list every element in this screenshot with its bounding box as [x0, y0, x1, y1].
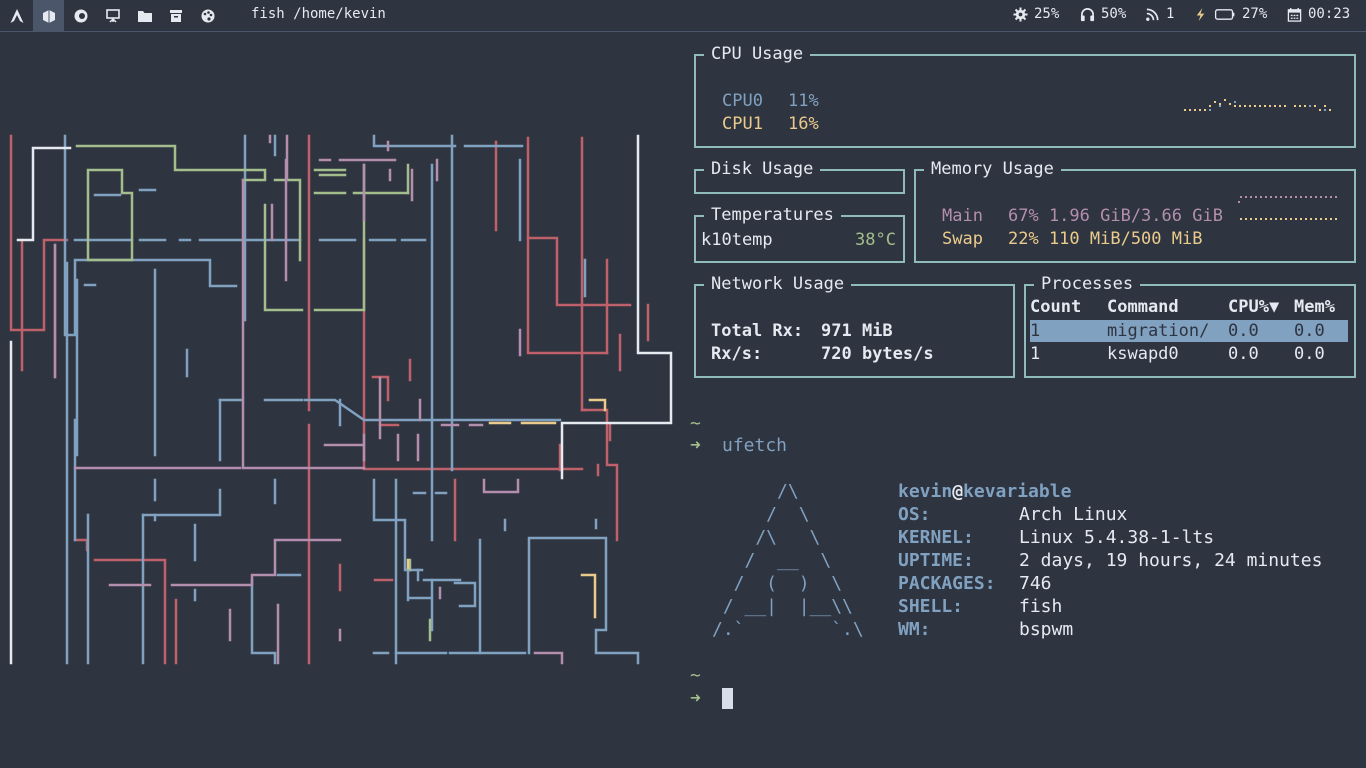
- cpu-usage-panel: CPU Usage CPU0 11% CPU1 16%: [694, 44, 1356, 148]
- temperatures-title: Temperatures: [704, 205, 841, 225]
- network-usage-title: Network Usage: [704, 274, 852, 294]
- ascii-line: /\ \: [712, 527, 821, 548]
- memory-usage-panel: Memory Usage Main 67% 1.96 GiB/3.66 GiB …: [914, 159, 1356, 263]
- processes-panel: Processes Count Command CPU%▼ Mem% 1 mig…: [1024, 274, 1356, 378]
- network-status-value: 1: [1166, 6, 1175, 22]
- info-value: 2 days, 19 hours, 24 minutes: [1019, 550, 1323, 571]
- ascii-line: / ( ) \: [712, 573, 843, 594]
- info-value: 746: [1019, 573, 1052, 594]
- prompt-dir: ~: [690, 413, 701, 434]
- col-mem[interactable]: Mem%: [1294, 296, 1335, 318]
- clock[interactable]: 00:23: [1287, 6, 1350, 22]
- clock-value: 00:23: [1308, 6, 1351, 22]
- memory-swap-value: 22% 110 MiB/500 MiB: [1008, 229, 1203, 249]
- cpu1-label: CPU1: [722, 114, 763, 134]
- ascii-line: / __ \: [712, 550, 832, 571]
- proc-mem: 0.0: [1294, 344, 1325, 364]
- disk-usage-panel: Disk Usage: [694, 159, 905, 194]
- trash-icon[interactable]: [160, 0, 191, 31]
- headphones-icon: [1080, 7, 1095, 21]
- memory-main-value: 67% 1.96 GiB/3.66 GiB: [1008, 206, 1223, 226]
- cpu-usage-title: CPU Usage: [704, 44, 811, 64]
- calendar-icon: [1287, 7, 1302, 22]
- battery-icon: [1214, 8, 1235, 20]
- ascii-line: / \: [712, 504, 810, 525]
- cpu-sparkline: [1184, 99, 1331, 111]
- pipes-art: [9, 134, 673, 665]
- cpu0-value: 11%: [788, 91, 819, 111]
- proc-command: migration/: [1107, 321, 1210, 341]
- ascii-line: /.` `.\: [712, 619, 864, 640]
- processes-title: Processes: [1034, 274, 1141, 294]
- prompt-arrow: ➜: [690, 688, 701, 709]
- ascii-line: /\: [712, 481, 799, 502]
- cpu0-label: CPU0: [722, 91, 763, 111]
- battery-status: 27%: [1193, 6, 1267, 22]
- total-rx-value: 971 MiB: [821, 321, 893, 341]
- memory-usage-title: Memory Usage: [924, 159, 1061, 179]
- network-status: 1: [1145, 6, 1174, 22]
- network-usage-panel: Network Usage Total Rx: 971 MiB Rx/s: 72…: [694, 274, 1015, 378]
- ascii-line: / __| |__\\: [712, 596, 853, 617]
- info-label: PACKAGES:: [898, 573, 996, 594]
- firefox-icon[interactable]: [65, 0, 96, 31]
- user-host: kevin@kevariable: [898, 480, 1071, 503]
- info-label: WM:: [898, 619, 931, 640]
- info-value: fish: [1019, 596, 1063, 617]
- total-rx-label: Total Rx:: [711, 321, 804, 341]
- temp-sensor: k10temp: [701, 230, 773, 250]
- volume-status[interactable]: 50%: [1080, 6, 1126, 22]
- command-text: ufetch: [722, 435, 788, 456]
- proc-count: 1: [1030, 344, 1041, 364]
- rx-rate-label: Rx/s:: [711, 344, 763, 364]
- gear-icon: [1013, 6, 1028, 22]
- at-sign: @: [952, 481, 964, 502]
- info-value: Arch Linux: [1019, 504, 1128, 525]
- terminal-cursor[interactable]: [722, 688, 733, 709]
- palette-icon[interactable]: [192, 0, 223, 31]
- battery-status-value: 27%: [1242, 6, 1268, 22]
- table-row[interactable]: 1 kswapd0 0.0 0.0: [1030, 343, 1348, 365]
- info-label: KERNEL:: [898, 527, 974, 548]
- arch-icon[interactable]: [1, 0, 32, 31]
- proc-cpu: 0.0: [1228, 321, 1259, 341]
- processes-header: Count Command CPU%▼ Mem%: [1030, 296, 1348, 318]
- proc-mem: 0.0: [1294, 321, 1325, 341]
- info-label: OS:: [898, 504, 931, 525]
- proc-command: kswapd0: [1107, 344, 1179, 364]
- terminal-icon[interactable]: [33, 0, 64, 31]
- cpu1-value: 16%: [788, 114, 819, 134]
- temp-value: 38°C: [855, 230, 896, 250]
- info-value: Linux 5.4.38-1-lts: [1019, 527, 1215, 548]
- rx-rate-value: 720 bytes/s: [821, 344, 934, 364]
- cpu-status: 25%: [1013, 6, 1059, 22]
- rss-icon: [1146, 8, 1159, 21]
- col-command[interactable]: Command: [1107, 296, 1179, 318]
- hostname: kevariable: [963, 481, 1072, 502]
- window-title: fish /home/kevin: [251, 6, 386, 22]
- folder-icon[interactable]: [129, 0, 160, 31]
- memory-graph: [1238, 196, 1340, 220]
- disk-usage-title: Disk Usage: [704, 159, 821, 179]
- table-row[interactable]: 1 migration/ 0.0 0.0: [1030, 320, 1348, 342]
- cpu-status-value: 25%: [1034, 6, 1060, 22]
- info-label: UPTIME:: [898, 550, 974, 571]
- proc-cpu: 0.0: [1228, 344, 1259, 364]
- top-bar: fish /home/kevin 25% 50% 1 27% 00:23: [0, 0, 1366, 32]
- lightning-icon: [1196, 7, 1205, 21]
- col-count[interactable]: Count: [1030, 296, 1081, 318]
- volume-status-value: 50%: [1101, 6, 1127, 22]
- username: kevin: [898, 481, 953, 502]
- proc-count: 1: [1030, 321, 1041, 341]
- memory-main-label: Main: [942, 206, 983, 226]
- prompt-arrow: ➜: [690, 435, 701, 456]
- presentation-icon[interactable]: [97, 0, 128, 31]
- col-cpu[interactable]: CPU%▼: [1228, 296, 1279, 318]
- temperatures-panel: Temperatures k10temp 38°C: [694, 205, 905, 263]
- prompt-dir: ~: [690, 665, 701, 686]
- info-value: bspwm: [1019, 619, 1074, 640]
- memory-swap-label: Swap: [942, 229, 983, 249]
- info-label: SHELL:: [898, 596, 964, 617]
